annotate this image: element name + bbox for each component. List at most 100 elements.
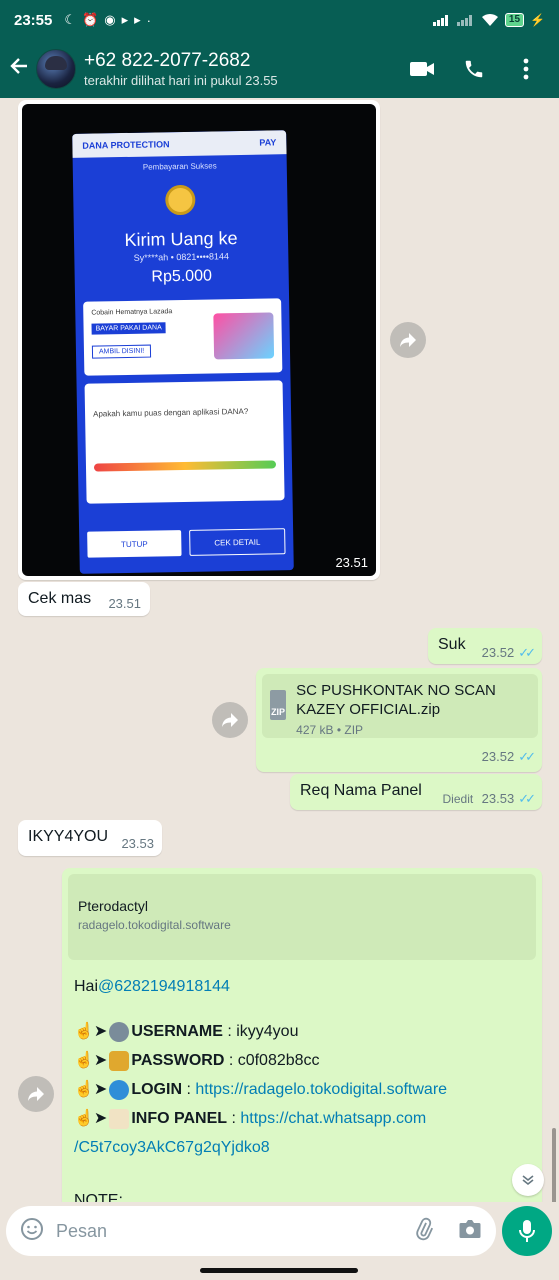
- more-options-icon[interactable]: [511, 54, 541, 84]
- username-line: ☝➤ USERNAME : ikyy4you: [74, 1017, 534, 1046]
- incoming-message[interactable]: Cek mas 23.51: [18, 582, 150, 616]
- scrollbar[interactable]: [552, 1128, 556, 1202]
- contact-name: +62 822-2077-2682: [84, 49, 251, 71]
- close-button-in-image: TUTUP: [87, 530, 182, 558]
- file-meta: 427 kB • ZIP: [296, 722, 364, 737]
- info-panel-link-cont: /C5t7coy3AkC67g2qYjdko8: [74, 1133, 534, 1162]
- arrow-icon: ☝➤: [74, 1023, 108, 1040]
- brand-left: DANA PROTECTION: [82, 139, 170, 151]
- forward-icon[interactable]: [212, 702, 248, 738]
- link-preview[interactable]: Pterodactyl radagelo.tokodigital.softwar…: [68, 874, 536, 960]
- message-text: Suk: [438, 636, 466, 653]
- signal-icon-2: [456, 15, 472, 26]
- promo-pay: BAYAR PAKAI DANA: [91, 322, 166, 335]
- message-time: 23.51: [108, 596, 141, 611]
- mic-icon[interactable]: [502, 1206, 552, 1256]
- message-time: 23.53: [121, 836, 154, 851]
- zip-file-icon: ZIP: [270, 690, 287, 720]
- survey-text: Apakah kamu puas dengan aplikasi DANA?: [92, 406, 249, 419]
- arrow-icon: ☝➤: [74, 1081, 108, 1098]
- user-icon: [109, 1021, 130, 1042]
- promo-image: [213, 312, 275, 360]
- globe-icon: [109, 1079, 130, 1100]
- battery-icon: 15: [504, 13, 525, 27]
- detail-button-in-image: CEK DETAIL: [189, 528, 286, 556]
- rating-bar: [93, 460, 277, 472]
- notification-icons: ☾ ⏰ ◉ ▸ ▸ ·: [64, 12, 151, 28]
- wifi-icon: [481, 13, 498, 26]
- outgoing-message[interactable]: Req Nama Panel Diedit 23.53 ✓✓: [290, 774, 542, 810]
- message-text: Req Nama Panel: [300, 782, 422, 799]
- incoming-message[interactable]: IKYY4YOU 23.53: [18, 820, 162, 856]
- promo-text: Cobain Hematnya Lazada: [91, 308, 173, 317]
- success-check-icon: [165, 184, 196, 216]
- message-time: 23.51: [335, 555, 368, 570]
- arrow-icon: ☝➤: [74, 1110, 108, 1127]
- video-call-icon[interactable]: [407, 54, 437, 84]
- message-text: IKYY4YOU: [28, 828, 109, 845]
- message-text: Cek mas: [28, 590, 92, 607]
- mention-link[interactable]: @6282194918144: [98, 972, 230, 1001]
- contact-info[interactable]: +62 822-2077-2682 terakhir dilihat hari …: [84, 50, 407, 88]
- moon-icon: ☾: [64, 12, 77, 27]
- attach-icon[interactable]: [412, 1217, 436, 1246]
- screenshot-title: Kirim Uang ke: [124, 228, 238, 251]
- username-label: USERNAME: [131, 1023, 223, 1040]
- home-indicator[interactable]: [200, 1268, 358, 1273]
- file-message[interactable]: ZIP SC PUSHKONTAK NO SCAN KAZEY OFFICIAL…: [256, 668, 542, 772]
- message-body: Hai @6282194918144 ☝➤ USERNAME : ikyy4yo…: [74, 972, 534, 1202]
- screenshot-subtitle: Pembayaran Sukses: [142, 161, 217, 172]
- voice-call-icon[interactable]: [459, 54, 489, 84]
- outgoing-message[interactable]: Suk 23.52 ✓✓: [428, 628, 542, 664]
- tag-icon: [109, 1108, 130, 1129]
- login-line: ☝➤ LOGIN : https://radagelo.tokodigital.…: [74, 1075, 534, 1104]
- username-value: : ikyy4you: [222, 1023, 299, 1040]
- camera-icon[interactable]: [458, 1218, 482, 1245]
- file-card[interactable]: ZIP SC PUSHKONTAK NO SCAN KAZEY OFFICIAL…: [262, 674, 538, 738]
- lock-icon: [109, 1050, 130, 1071]
- forward-icon[interactable]: [18, 1076, 54, 1112]
- password-label: PASSWORD: [131, 1052, 225, 1069]
- message-composer[interactable]: Pesan: [6, 1206, 496, 1256]
- payment-screenshot[interactable]: DANA PROTECTION PAY Pembayaran Sukses Ki…: [22, 104, 376, 576]
- message-time: 23.53: [481, 791, 515, 806]
- arrow-icon: ☝➤: [74, 1052, 108, 1069]
- login-label: LOGIN: [131, 1081, 182, 1098]
- password-line: ☝➤ PASSWORD : c0f082b8cc: [74, 1046, 534, 1075]
- chevron-down-icon[interactable]: [512, 1164, 544, 1196]
- emoji-icon[interactable]: [20, 1217, 44, 1246]
- phone-screen: DANA PROTECTION PAY Pembayaran Sukses Ki…: [72, 130, 294, 574]
- alarm-icon: ⏰: [82, 12, 99, 27]
- preview-title: Pterodactyl: [78, 898, 149, 914]
- info-panel-line: ☝➤ INFO PANEL : https://chat.whatsapp.co…: [74, 1104, 534, 1133]
- note-label: NOTE:: [74, 1192, 123, 1202]
- message-time: 23.52: [481, 749, 515, 764]
- info-panel-link-2[interactable]: /C5t7coy3AkC67g2qYjdko8: [74, 1133, 270, 1162]
- image-message[interactable]: DANA PROTECTION PAY Pembayaran Sukses Ki…: [18, 100, 380, 580]
- status-time: 23:55: [14, 11, 53, 29]
- login-separator: :: [182, 1081, 196, 1098]
- greeting-line: Hai @6282194918144: [74, 972, 534, 1001]
- info-panel-link[interactable]: https://chat.whatsapp.com: [240, 1104, 426, 1133]
- login-link[interactable]: https://radagelo.tokodigital.software: [195, 1075, 447, 1104]
- back-arrow-icon[interactable]: [2, 55, 36, 83]
- screenshot-account: Sy****ah • 0821••••8144: [133, 251, 230, 263]
- brand-right: PAY: [259, 137, 277, 148]
- last-seen: terakhir dilihat hari ini pukul 23.55: [84, 72, 278, 88]
- play-icon-2: ▸: [134, 12, 141, 27]
- promo-card: Cobain Hematnya Lazada BAYAR PAKAI DANA …: [83, 298, 283, 376]
- greeting-text: Hai: [74, 978, 99, 995]
- promo-button: AMBIL DISINI!: [91, 344, 152, 359]
- password-value: : c0f082b8cc: [224, 1052, 320, 1069]
- info-panel-label: INFO PANEL: [131, 1110, 228, 1127]
- panel-info-message[interactable]: Pterodactyl radagelo.tokodigital.softwar…: [62, 868, 542, 1202]
- avatar[interactable]: [36, 49, 76, 89]
- message-input[interactable]: Pesan: [56, 1221, 412, 1242]
- file-name: SC PUSHKONTAK NO SCAN KAZEY OFFICIAL.zip: [296, 682, 496, 718]
- chat-area[interactable]: DANA PROTECTION PAY Pembayaran Sukses Ki…: [0, 98, 559, 1202]
- forward-icon[interactable]: [390, 322, 426, 358]
- charging-icon: ⚡: [530, 13, 545, 27]
- info-separator: :: [227, 1110, 241, 1127]
- system-icons: 15 ⚡: [432, 13, 545, 27]
- read-ticks-icon: ✓✓: [518, 791, 536, 806]
